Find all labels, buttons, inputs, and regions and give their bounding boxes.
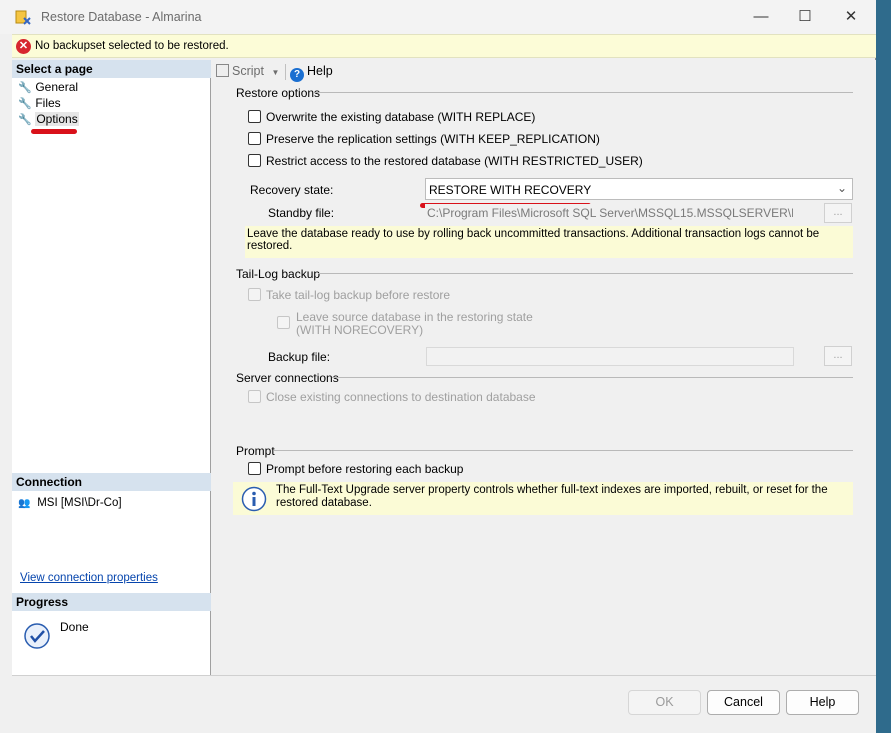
page-item-label: Files xyxy=(35,96,61,110)
prompt-before-restore-checkbox[interactable] xyxy=(248,462,261,475)
toolbar-separator xyxy=(285,64,286,80)
page-item-label: General xyxy=(35,80,79,94)
group-divider xyxy=(315,92,853,93)
close-connections-label: Close existing connections to destinatio… xyxy=(266,390,536,404)
annotation-underline xyxy=(31,129,77,134)
help-icon: ? xyxy=(290,68,304,82)
info-icon xyxy=(241,486,267,512)
take-tail-log-label: Take tail-log backup before restore xyxy=(266,288,451,302)
tail-log-title: Tail-Log backup xyxy=(236,267,321,281)
backup-browse-button[interactable]: ... xyxy=(824,346,852,366)
recovery-state-value: RESTORE WITH RECOVERY xyxy=(429,183,592,197)
restore-database-window: Restore Database - Almarina — ☐ ✕ ✕ No b… xyxy=(0,0,876,733)
connection-header: Connection xyxy=(12,473,211,491)
overwrite-checkbox[interactable] xyxy=(248,110,261,123)
recovery-info-box: Leave the database ready to use by rolli… xyxy=(245,226,853,258)
group-divider xyxy=(274,450,853,451)
view-connection-properties-link[interactable]: View connection properties xyxy=(20,572,158,584)
progress-header: Progress xyxy=(12,593,211,611)
minimize-button[interactable]: — xyxy=(738,2,784,32)
leave-norecovery-label-line2: (WITH NORECOVERY) xyxy=(296,323,424,337)
restrict-access-label: Restrict access to the restored database… xyxy=(266,154,643,168)
progress-status: Done xyxy=(60,620,89,634)
toolbar: Script ▼ ? Help xyxy=(212,60,876,84)
recovery-state-label: Recovery state: xyxy=(250,183,334,197)
backup-file-label: Backup file: xyxy=(268,350,331,364)
database-restore-icon xyxy=(15,10,31,25)
page-item-label: Options xyxy=(35,112,79,126)
page-item-general[interactable]: 🔧 General xyxy=(18,80,78,96)
connection-icon: 👥 xyxy=(18,498,31,509)
close-button[interactable]: ✕ xyxy=(828,2,874,32)
ok-button[interactable]: OK xyxy=(628,690,701,715)
recovery-state-select[interactable]: RESTORE WITH RECOVERY ⌄ xyxy=(425,178,853,200)
done-check-icon xyxy=(24,623,50,649)
preserve-replication-checkbox[interactable] xyxy=(248,132,261,145)
cancel-button[interactable]: Cancel xyxy=(707,690,780,715)
wrench-icon: 🔧 xyxy=(18,114,32,126)
help-toolbar-button[interactable]: ? Help xyxy=(290,64,333,82)
error-message: No backupset selected to be restored. xyxy=(35,40,229,52)
backup-file-field[interactable] xyxy=(426,347,794,366)
standby-browse-button[interactable]: ... xyxy=(824,203,852,223)
chevron-down-icon: ▼ xyxy=(271,68,280,77)
prompt-title: Prompt xyxy=(236,444,275,458)
fulltext-info-text: The Full-Text Upgrade server property co… xyxy=(276,484,828,509)
wrench-icon: 🔧 xyxy=(18,82,32,94)
close-connections-checkbox[interactable] xyxy=(248,390,261,403)
window-title: Restore Database - Almarina xyxy=(41,10,202,24)
fulltext-info-box: The Full-Text Upgrade server property co… xyxy=(233,482,853,515)
preserve-replication-label: Preserve the replication settings (WITH … xyxy=(266,132,600,146)
select-page-header: Select a page xyxy=(12,60,211,78)
options-panel: Script ▼ ? Help Restore options Overwrite… xyxy=(212,60,876,675)
script-icon xyxy=(216,64,229,77)
restrict-access-checkbox[interactable] xyxy=(248,154,261,167)
prompt-before-restore-label: Prompt before restoring each backup xyxy=(266,462,464,476)
script-button[interactable]: Script ▼ xyxy=(216,64,279,78)
page-item-options[interactable]: 🔧 Options xyxy=(18,112,79,128)
restore-options-title: Restore options xyxy=(236,86,321,100)
take-tail-log-checkbox[interactable] xyxy=(248,288,261,301)
standby-file-field[interactable]: C:\Program Files\Microsoft SQL Server\MS… xyxy=(425,204,793,222)
chevron-down-icon: ⌄ xyxy=(836,181,847,195)
standby-file-value: C:\Program Files\Microsoft SQL Server\MS… xyxy=(427,206,793,220)
error-message-bar: ✕ No backupset selected to be restored. xyxy=(12,34,876,58)
title-bar: Restore Database - Almarina — ☐ ✕ xyxy=(0,0,876,34)
left-panel: Select a page 🔧 General 🔧 Files 🔧 Option… xyxy=(12,60,211,675)
wrench-icon: 🔧 xyxy=(18,98,32,110)
connection-info: 👥 MSI [MSI\Dr-Co] xyxy=(18,497,122,509)
page-item-files[interactable]: 🔧 Files xyxy=(18,96,61,112)
server-connections-title: Server connections xyxy=(236,371,339,385)
group-divider xyxy=(318,273,853,274)
leave-norecovery-checkbox[interactable] xyxy=(277,316,290,329)
leave-norecovery-label-line1: Leave source database in the restoring s… xyxy=(296,310,533,324)
overwrite-label: Overwrite the existing database (WITH RE… xyxy=(266,110,536,124)
dialog-button-bar: OK Cancel Help xyxy=(12,675,876,733)
recovery-info-text: Leave the database ready to use by rolli… xyxy=(247,228,820,252)
error-icon: ✕ xyxy=(16,39,31,54)
standby-file-label: Standby file: xyxy=(268,206,335,220)
maximize-button[interactable]: ☐ xyxy=(782,2,828,32)
connection-value: MSI [MSI\Dr-Co] xyxy=(37,497,122,509)
group-divider xyxy=(332,377,853,378)
help-button[interactable]: Help xyxy=(786,690,859,715)
